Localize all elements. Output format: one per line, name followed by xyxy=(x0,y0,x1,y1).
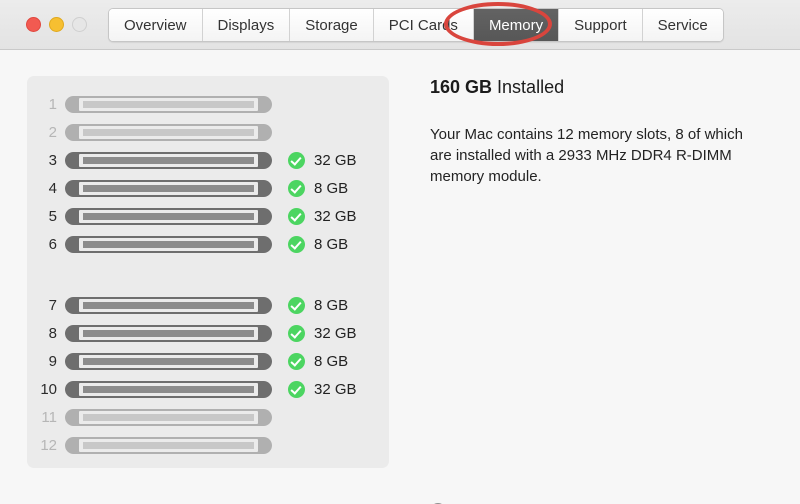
check-circle-icon xyxy=(288,297,305,314)
dimm-board xyxy=(83,100,254,109)
memory-slot-row: 5 32 GB xyxy=(27,202,389,230)
memory-description: Your Mac contains 12 memory slots, 8 of … xyxy=(430,124,760,187)
slot-group-upper: 1 2 3 32 GB 4 8 GB 5 32 GB 6 8 GB xyxy=(27,90,389,258)
slot-size-label: 32 GB xyxy=(314,381,357,398)
slot-status: 32 GB xyxy=(288,323,357,343)
dimm-board xyxy=(83,240,254,249)
memory-slot-diagram: 12332 GB48 GB532 GB68 GB 78 GB832 GB98 G… xyxy=(27,76,389,468)
memory-slot-row: 3 32 GB xyxy=(27,146,389,174)
slot-status: 8 GB xyxy=(288,351,348,371)
slot-status: 8 GB xyxy=(288,178,348,198)
dimm-module-icon xyxy=(65,381,272,398)
slot-group-lower: 7 8 GB 8 32 GB 9 8 GB 10 32 GB 11 12 xyxy=(27,291,389,459)
slot-number: 12 xyxy=(27,437,65,454)
slot-status: 8 GB xyxy=(288,234,348,254)
memory-slot-row: 12 xyxy=(27,431,389,459)
dimm-board xyxy=(83,184,254,193)
slot-number: 1 xyxy=(27,96,65,113)
slot-number: 4 xyxy=(27,180,65,197)
check-circle-icon xyxy=(288,325,305,342)
slot-number: 9 xyxy=(27,353,65,370)
slot-number: 3 xyxy=(27,152,65,169)
memory-slot-row: 11 xyxy=(27,403,389,431)
slot-size-label: 8 GB xyxy=(314,180,348,197)
memory-slot-row: 2 xyxy=(27,118,389,146)
dimm-module-icon xyxy=(65,353,272,370)
installed-amount: 160 GB xyxy=(430,77,492,97)
tab-bar: OverviewDisplaysStoragePCI CardsMemorySu… xyxy=(108,8,724,42)
tab-support[interactable]: Support xyxy=(559,9,643,41)
dimm-board xyxy=(83,212,254,221)
memory-slot-row: 7 8 GB xyxy=(27,291,389,319)
dimm-board xyxy=(83,413,254,422)
window-titlebar: OverviewDisplaysStoragePCI CardsMemorySu… xyxy=(0,0,800,50)
check-circle-icon xyxy=(288,180,305,197)
tab-storage[interactable]: Storage xyxy=(290,9,374,41)
slot-size-label: 8 GB xyxy=(314,236,348,253)
minimize-button[interactable] xyxy=(49,17,64,32)
slot-number: 2 xyxy=(27,124,65,141)
empty-slot-icon xyxy=(65,409,272,426)
check-circle-icon xyxy=(288,353,305,370)
slot-size-label: 32 GB xyxy=(314,208,357,225)
check-circle-icon xyxy=(288,381,305,398)
memory-slot-row: 1 xyxy=(27,90,389,118)
slot-number: 6 xyxy=(27,236,65,253)
dimm-board xyxy=(83,128,254,137)
dimm-board xyxy=(83,357,254,366)
tab-displays[interactable]: Displays xyxy=(203,9,291,41)
memory-slot-row: 10 32 GB xyxy=(27,375,389,403)
dimm-board xyxy=(83,441,254,450)
dimm-module-icon xyxy=(65,236,272,253)
slot-size-label: 8 GB xyxy=(314,297,348,314)
slot-status: 32 GB xyxy=(288,150,357,170)
memory-info-column: 160 GB Installed Your Mac contains 12 me… xyxy=(430,76,775,187)
slot-number: 8 xyxy=(27,325,65,342)
memory-pane: 12332 GB48 GB532 GB68 GB 78 GB832 GB98 G… xyxy=(0,50,800,504)
dimm-board xyxy=(83,301,254,310)
system-information-window: OverviewDisplaysStoragePCI CardsMemorySu… xyxy=(0,0,800,504)
slot-number: 7 xyxy=(27,297,65,314)
dimm-module-icon xyxy=(65,297,272,314)
installed-total: 160 GB Installed xyxy=(430,76,775,98)
memory-slot-row: 8 32 GB xyxy=(27,319,389,347)
check-circle-icon xyxy=(288,152,305,169)
tab-memory[interactable]: Memory xyxy=(474,9,559,41)
check-circle-icon xyxy=(288,208,305,225)
window-controls xyxy=(26,17,87,32)
dimm-module-icon xyxy=(65,208,272,225)
dimm-module-icon xyxy=(65,180,272,197)
zoom-button xyxy=(72,17,87,32)
slot-number: 11 xyxy=(27,409,65,426)
empty-slot-icon xyxy=(65,96,272,113)
slot-status: 32 GB xyxy=(288,206,357,226)
dimm-module-icon xyxy=(65,152,272,169)
tab-service[interactable]: Service xyxy=(643,9,723,41)
tab-pci-cards[interactable]: PCI Cards xyxy=(374,9,474,41)
slot-number: 5 xyxy=(27,208,65,225)
memory-slot-row: 6 8 GB xyxy=(27,230,389,258)
slot-size-label: 32 GB xyxy=(314,325,357,342)
empty-slot-icon xyxy=(65,437,272,454)
dimm-board xyxy=(83,156,254,165)
dimm-board xyxy=(83,385,254,394)
tab-overview[interactable]: Overview xyxy=(109,9,203,41)
slot-status: 8 GB xyxy=(288,295,348,315)
memory-slot-row: 9 8 GB xyxy=(27,347,389,375)
slot-status: 32 GB xyxy=(288,379,357,399)
empty-slot-icon xyxy=(65,124,272,141)
slot-size-label: 8 GB xyxy=(314,353,348,370)
close-button[interactable] xyxy=(26,17,41,32)
dimm-board xyxy=(83,329,254,338)
installed-suffix: Installed xyxy=(492,77,564,97)
slot-size-label: 32 GB xyxy=(314,152,357,169)
memory-slot-row: 4 8 GB xyxy=(27,174,389,202)
check-circle-icon xyxy=(288,236,305,253)
slot-number: 10 xyxy=(27,381,65,398)
dimm-module-icon xyxy=(65,325,272,342)
